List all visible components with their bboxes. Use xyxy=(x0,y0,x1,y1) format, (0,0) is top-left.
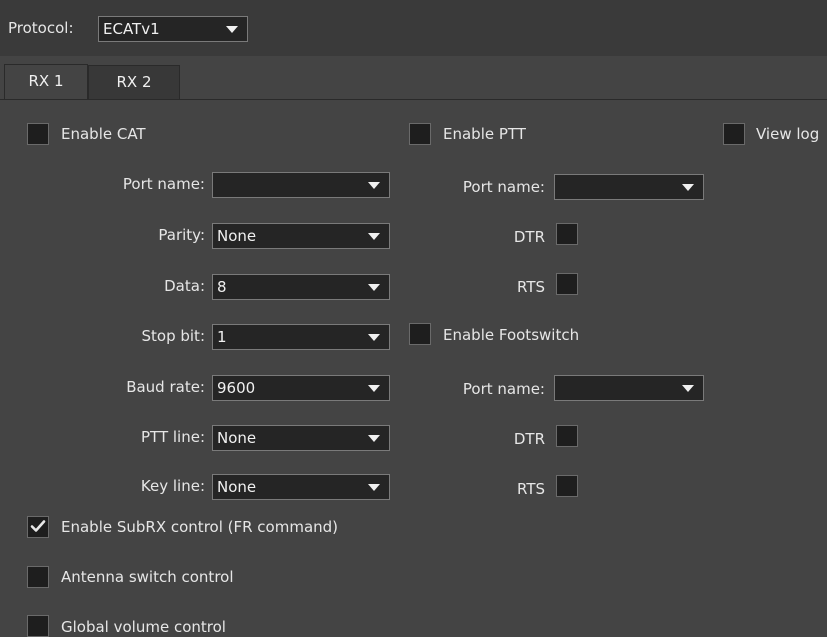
cat-port-name-label: Port name: xyxy=(122,175,205,193)
ptt-line-value: None xyxy=(217,429,257,447)
checkmark-icon xyxy=(30,520,46,532)
stop-bit-label: Stop bit: xyxy=(141,327,206,345)
data-bits-value: 8 xyxy=(217,278,227,296)
chevron-down-icon xyxy=(368,435,380,442)
subrx-control-label: Enable SubRX control (FR command) xyxy=(61,518,339,536)
ptt-line-select[interactable]: None xyxy=(212,425,390,451)
stop-bit-select[interactable]: 1 xyxy=(212,324,390,350)
chevron-down-icon xyxy=(368,385,380,392)
tab-rx2-label: RX 2 xyxy=(116,73,152,91)
chevron-down-icon xyxy=(226,26,238,33)
chevron-down-icon xyxy=(368,484,380,491)
tab-rx1[interactable]: RX 1 xyxy=(4,64,88,100)
chevron-down-icon xyxy=(368,233,380,240)
subrx-control-checkbox[interactable] xyxy=(27,516,49,538)
chevron-down-icon xyxy=(682,184,694,191)
parity-label: Parity: xyxy=(158,226,205,244)
enable-footswitch-label: Enable Footswitch xyxy=(443,326,580,344)
tab-rx2[interactable]: RX 2 xyxy=(88,65,180,100)
chevron-down-icon xyxy=(368,182,380,189)
data-bits-select[interactable]: 8 xyxy=(212,274,390,300)
footswitch-dtr-label: DTR xyxy=(513,430,545,448)
global-volume-checkbox[interactable] xyxy=(27,615,49,637)
baud-rate-select[interactable]: 9600 xyxy=(212,375,390,401)
antenna-switch-checkbox[interactable] xyxy=(27,566,49,588)
enable-cat-checkbox[interactable] xyxy=(27,123,49,145)
stop-bit-value: 1 xyxy=(217,328,227,346)
cat-port-name-select[interactable] xyxy=(212,172,390,198)
protocol-label: Protocol: xyxy=(8,19,74,37)
tab-divider xyxy=(0,99,827,100)
protocol-select[interactable]: ECATv1 xyxy=(98,16,248,42)
ptt-dtr-label: DTR xyxy=(513,228,545,246)
ptt-rts-label: RTS xyxy=(516,278,545,296)
antenna-switch-label: Antenna switch control xyxy=(61,568,234,586)
ptt-port-name-label: Port name: xyxy=(462,178,545,196)
parity-select[interactable]: None xyxy=(212,223,390,249)
chevron-down-icon xyxy=(368,284,380,291)
key-line-label: Key line: xyxy=(140,477,205,495)
chevron-down-icon xyxy=(682,385,694,392)
footswitch-port-name-label: Port name: xyxy=(462,380,545,398)
tab-rx1-label: RX 1 xyxy=(28,72,64,90)
footswitch-rts-checkbox[interactable] xyxy=(556,475,578,497)
enable-footswitch-checkbox[interactable] xyxy=(409,323,431,345)
parity-value: None xyxy=(217,227,257,245)
footswitch-port-name-select[interactable] xyxy=(554,375,704,401)
key-line-select[interactable]: None xyxy=(212,474,390,500)
chevron-down-icon xyxy=(368,334,380,341)
enable-ptt-checkbox[interactable] xyxy=(409,123,431,145)
ptt-port-name-select[interactable] xyxy=(554,174,704,200)
global-volume-label: Global volume control xyxy=(61,618,226,636)
enable-cat-label: Enable CAT xyxy=(61,125,146,143)
view-log-label: View log xyxy=(756,125,820,143)
data-label: Data: xyxy=(164,277,205,295)
footswitch-dtr-checkbox[interactable] xyxy=(556,425,578,447)
baud-rate-label: Baud rate: xyxy=(126,378,205,396)
ptt-rts-checkbox[interactable] xyxy=(556,273,578,295)
enable-ptt-label: Enable PTT xyxy=(443,125,526,143)
ptt-dtr-checkbox[interactable] xyxy=(556,223,578,245)
key-line-value: None xyxy=(217,478,257,496)
baud-rate-value: 9600 xyxy=(217,379,256,397)
ptt-line-label: PTT line: xyxy=(141,428,205,446)
view-log-checkbox[interactable] xyxy=(723,123,745,145)
footswitch-rts-label: RTS xyxy=(516,480,545,498)
protocol-value: ECATv1 xyxy=(103,20,160,38)
